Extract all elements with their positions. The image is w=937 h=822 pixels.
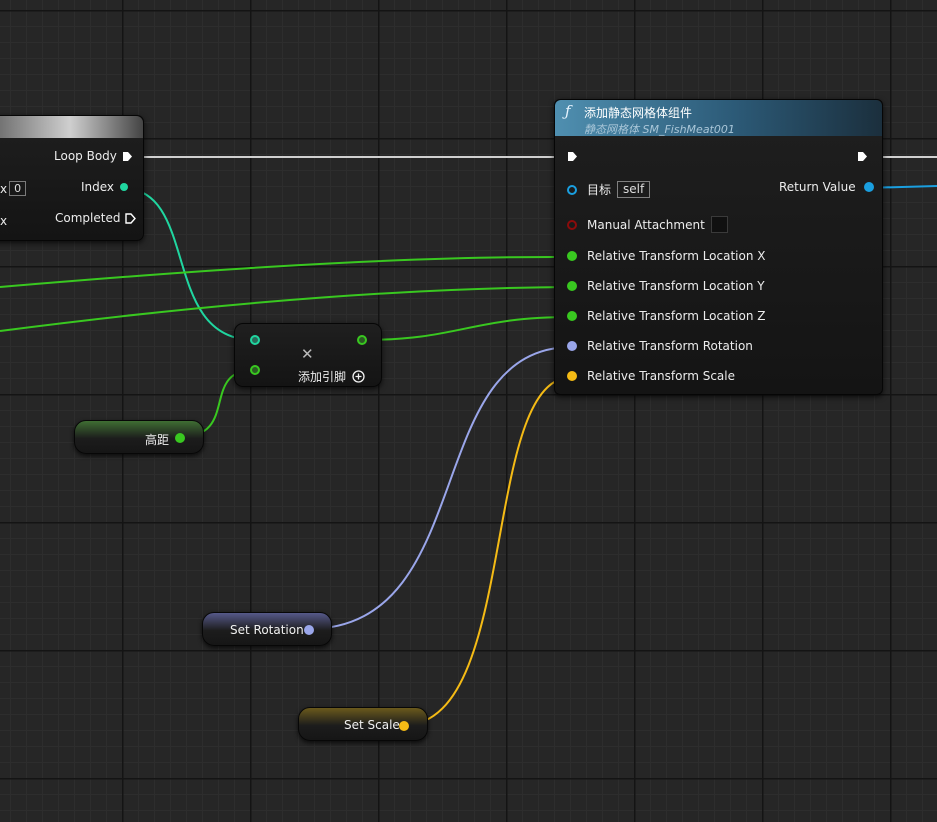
return-value-pin-row[interactable]: Return Value [779, 180, 874, 194]
exec-out-icon[interactable] [122, 151, 133, 162]
manual-attachment-pin-row[interactable]: Manual Attachment [567, 216, 728, 233]
return-value-pin-icon[interactable] [863, 182, 874, 192]
add-pin-label: 添加引脚 [298, 370, 347, 384]
loop-completed-pin-row[interactable]: Completed [55, 211, 137, 225]
function-exec-in-pin[interactable] [567, 151, 578, 162]
location-x-pin-icon[interactable] [567, 251, 577, 261]
function-icon: ƒ [565, 102, 571, 120]
location-y-label: Relative Transform Location Y [587, 279, 765, 293]
rotation-label: Relative Transform Rotation [587, 339, 753, 353]
set-rotation-label: Set Rotation [230, 623, 304, 637]
rotation-pin-icon[interactable] [567, 341, 577, 351]
manual-attachment-pin-icon[interactable] [567, 219, 577, 230]
index-pin-icon[interactable] [120, 183, 129, 191]
location-z-label: Relative Transform Location Z [587, 309, 766, 323]
target-pin-icon[interactable] [567, 184, 577, 195]
function-node-header: ƒ 添加静态网格体组件 静态网格体 SM_FishMeat001 [555, 100, 882, 136]
exec-in-icon[interactable] [567, 151, 578, 162]
completed-label: Completed [55, 211, 121, 225]
set-scale-label: Set Scale [344, 718, 400, 732]
loop-x-label: x [0, 181, 8, 196]
add-output-pin-icon[interactable] [357, 335, 367, 345]
rotation-pin-row[interactable]: Relative Transform Rotation [567, 339, 753, 353]
loop-x-input-row[interactable]: x 0 [0, 181, 27, 196]
add-input-b-pin-icon[interactable] [250, 365, 260, 375]
scale-output-pin-icon[interactable] [399, 721, 409, 731]
loop-body-label: Loop Body [54, 149, 117, 163]
loop-node-header [0, 116, 143, 138]
location-z-pin-row[interactable]: Relative Transform Location Z [567, 309, 766, 323]
manual-attachment-checkbox[interactable] [710, 216, 728, 233]
function-title: 添加静态网格体组件 [584, 106, 693, 120]
exec-out-hollow-icon[interactable] [125, 212, 137, 224]
function-subtitle: 静态网格体 SM_FishMeat001 [584, 123, 735, 136]
add-operator-icon: ✕ [301, 345, 314, 363]
add-input-a-pin-icon[interactable] [250, 335, 260, 345]
target-label: 目标 [587, 183, 612, 197]
index-label: Index [81, 180, 115, 194]
exec-out-icon[interactable] [857, 151, 868, 162]
scale-label: Relative Transform Scale [587, 369, 735, 383]
target-pin-row[interactable]: 目标 self [567, 181, 651, 198]
target-value[interactable]: self [617, 181, 651, 198]
loop-index-pin-row[interactable]: Index [81, 180, 129, 194]
location-x-pin-row[interactable]: Relative Transform Location X [567, 249, 766, 263]
scale-pin-row[interactable]: Relative Transform Scale [567, 369, 735, 383]
location-z-pin-icon[interactable] [567, 311, 577, 321]
loop-x2-row: x [0, 214, 7, 228]
manual-attachment-label: Manual Attachment [587, 217, 705, 232]
height-output-pin-icon[interactable] [175, 433, 185, 443]
location-y-pin-row[interactable]: Relative Transform Location Y [567, 279, 765, 293]
plus-circle-icon[interactable] [352, 370, 365, 383]
height-variable-label: 高距 [145, 433, 170, 447]
return-value-label: Return Value [779, 180, 856, 194]
height-variable-node[interactable]: 高距 [74, 420, 204, 454]
scale-pin-icon[interactable] [567, 371, 577, 381]
add-node[interactable]: ✕ 添加引脚 [234, 323, 382, 387]
function-exec-out-pin[interactable] [857, 151, 868, 162]
set-rotation-variable-node[interactable]: Set Rotation [202, 612, 332, 646]
set-scale-variable-node[interactable]: Set Scale [298, 707, 428, 741]
loop-x2-label: x [0, 214, 8, 228]
loop-x-value[interactable]: 0 [9, 181, 27, 196]
rotation-output-pin-icon[interactable] [304, 625, 314, 635]
add-pin-button[interactable]: 添加引脚 [298, 368, 365, 385]
loop-body-pin-row[interactable]: Loop Body [54, 149, 133, 163]
location-y-pin-icon[interactable] [567, 281, 577, 291]
location-x-label: Relative Transform Location X [587, 249, 766, 263]
